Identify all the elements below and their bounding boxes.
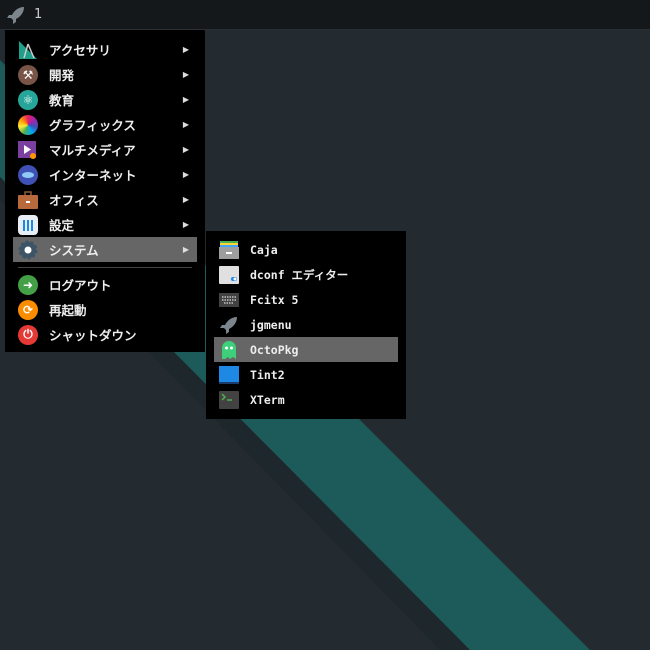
internet-icon [18,164,38,185]
development-hammer-icon: ⚒ [18,64,38,85]
submenu-arrow-icon: ▶ [182,220,189,229]
keyboard-icon [219,290,239,310]
restart-icon: ⟳ [18,299,38,320]
submenu-item-xterm[interactable]: XTerm [214,387,398,412]
system-submenu: Caja dconf エディター Fcitx 5 jgmenu OctoPkg … [206,231,406,419]
submenu-arrow-icon: ▶ [182,120,189,129]
tint2-icon [219,365,239,385]
terminal-icon [219,390,239,410]
main-menu: アクセサリ ▶ ⚒ 開発 ▶ ⚛ 教育 ▶ グラフィックス ▶ マルチメディア ▶ インターネ… [5,30,205,352]
menu-item-office[interactable]: オフィス ▶ [13,187,197,212]
graphics-icon [18,114,38,135]
submenu-item-fcitx5[interactable]: Fcitx 5 [214,287,398,312]
menu-item-internet[interactable]: インターネット ▶ [13,162,197,187]
menu-item-accessories[interactable]: アクセサリ ▶ [13,37,197,62]
rocket-icon[interactable] [6,5,26,25]
menu-item-shutdown[interactable]: ⏻ シャットダウン [13,322,197,347]
submenu-arrow-icon: ▶ [182,195,189,204]
accessories-icon [18,40,38,60]
workspace-label[interactable]: 1 [34,7,42,22]
submenu-arrow-icon: ▶ [182,170,189,179]
multimedia-icon [18,140,38,160]
menu-item-development[interactable]: ⚒ 開発 ▶ [13,62,197,87]
menu-item-restart[interactable]: ⟳ 再起動 [13,297,197,322]
file-manager-icon [219,240,239,260]
menu-item-education[interactable]: ⚛ 教育 ▶ [13,87,197,112]
submenu-arrow-icon: ▶ [182,145,189,154]
menu-item-logout[interactable]: ➜ ログアウト [13,272,197,297]
submenu-arrow-icon: ▶ [182,245,189,254]
menu-item-system[interactable]: システム ▶ [13,237,197,262]
submenu-item-caja[interactable]: Caja [214,237,398,262]
office-briefcase-icon [18,190,38,210]
rocket-icon [219,315,239,335]
submenu-item-dconf-editor[interactable]: dconf エディター [214,262,398,287]
logout-icon: ➜ [18,274,38,295]
submenu-item-octopkg[interactable]: OctoPkg [214,337,398,362]
submenu-item-tint2[interactable]: Tint2 [214,362,398,387]
education-atom-icon: ⚛ [18,89,38,110]
menu-item-multimedia[interactable]: マルチメディア ▶ [13,137,197,162]
menu-separator [18,267,192,268]
menu-item-graphics[interactable]: グラフィックス ▶ [13,112,197,137]
dconf-editor-icon [219,265,239,285]
ghost-icon [219,340,239,360]
submenu-item-jgmenu[interactable]: jgmenu [214,312,398,337]
menu-item-settings[interactable]: 設定 ▶ [13,212,197,237]
settings-icon [18,214,38,235]
submenu-arrow-icon: ▶ [182,45,189,54]
submenu-arrow-icon: ▶ [182,70,189,79]
top-panel: 1 [0,0,650,30]
system-gear-icon [18,240,38,260]
submenu-arrow-icon: ▶ [182,95,189,104]
shutdown-icon: ⏻ [18,324,38,345]
